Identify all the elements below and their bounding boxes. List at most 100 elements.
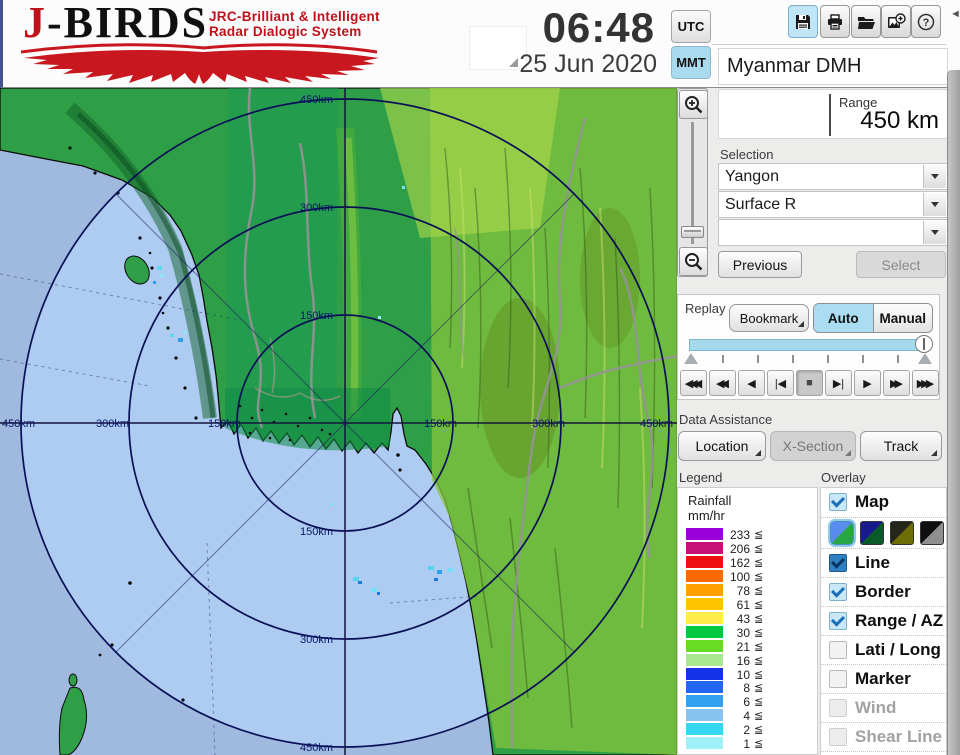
legend-color-swatch bbox=[686, 723, 723, 735]
overlay-item-map[interactable]: Map bbox=[821, 488, 946, 518]
xsection-button[interactable]: X-Section bbox=[770, 431, 856, 461]
play-reverse-button[interactable]: ◀ bbox=[738, 370, 765, 396]
snapshot-button[interactable] bbox=[881, 5, 911, 38]
rain-echo bbox=[371, 588, 377, 592]
legend-leq-sign: ≦ bbox=[754, 737, 763, 750]
legend-color-swatch bbox=[686, 528, 723, 540]
radar-map[interactable]: 450km300km150km150km300km450km450km300km… bbox=[0, 88, 677, 755]
zoom-out-button[interactable] bbox=[679, 247, 708, 276]
location-button[interactable]: Location bbox=[678, 431, 766, 461]
overlay-item-marker[interactable]: Marker bbox=[821, 665, 946, 694]
step-forward-button[interactable]: ▶| bbox=[825, 370, 852, 396]
range-divider bbox=[829, 94, 831, 136]
overlay-item-label: Map bbox=[855, 492, 889, 512]
site-combo-arrow[interactable] bbox=[923, 165, 946, 188]
product-combo-value: Surface R bbox=[725, 196, 796, 213]
manual-button[interactable]: Manual bbox=[873, 304, 933, 332]
overlay-item-shear-line[interactable]: Shear Line bbox=[821, 723, 946, 752]
track-button[interactable]: Track bbox=[860, 431, 942, 461]
legend-leq-sign: ≦ bbox=[754, 681, 763, 694]
selection-label: Selection bbox=[720, 147, 773, 162]
replay-range-end-marker[interactable] bbox=[918, 353, 932, 364]
legend-color-swatch bbox=[686, 612, 723, 624]
play-button[interactable]: ▶ bbox=[854, 370, 881, 396]
checkbox[interactable] bbox=[829, 670, 847, 688]
stop-button[interactable]: ■ bbox=[796, 370, 823, 396]
legend-color-swatch bbox=[686, 598, 723, 610]
overlay-item-range-az[interactable]: Range / AZ bbox=[821, 607, 946, 636]
bookmark-menu-corner bbox=[798, 321, 804, 327]
legend-value: 1 bbox=[722, 737, 750, 751]
print-button[interactable] bbox=[820, 5, 850, 38]
site-combo[interactable]: Yangon bbox=[718, 163, 948, 190]
panel-collapse-strip[interactable] bbox=[947, 70, 960, 755]
save-button[interactable] bbox=[788, 5, 818, 38]
replay-slider-track[interactable] bbox=[689, 339, 925, 351]
checkbox[interactable] bbox=[829, 728, 847, 746]
bookmark-button[interactable]: Bookmark bbox=[729, 304, 809, 332]
help-button[interactable]: ? bbox=[911, 5, 941, 38]
overlay-item-wind[interactable]: Wind bbox=[821, 694, 946, 723]
ring-label: 450km bbox=[300, 94, 333, 106]
ring-label: 450km bbox=[300, 742, 333, 754]
seek-start-button[interactable]: ◀◀◀ bbox=[680, 370, 707, 396]
style-blue-green-swatch[interactable] bbox=[830, 521, 854, 545]
zoom-slider-thumb[interactable] bbox=[681, 226, 704, 238]
select-button[interactable]: Select bbox=[856, 251, 946, 278]
slider-tick bbox=[862, 355, 864, 363]
checkbox[interactable] bbox=[829, 612, 847, 630]
legend-title-2: mm/hr bbox=[688, 508, 725, 523]
seek-end-button[interactable]: ▶▶▶ bbox=[912, 370, 939, 396]
legend-row: 162≦ bbox=[678, 556, 817, 569]
rain-echo bbox=[377, 592, 380, 595]
checkbox[interactable] bbox=[829, 641, 847, 659]
legend-value: 78 bbox=[722, 584, 750, 598]
option-combo[interactable] bbox=[718, 219, 948, 246]
overlay-item-line[interactable]: Line bbox=[821, 549, 946, 578]
fast-forward-button[interactable]: ▶▶ bbox=[883, 370, 910, 396]
rain-echo bbox=[178, 338, 183, 342]
legend-row: 4≦ bbox=[678, 709, 817, 722]
legend-leq-sign: ≦ bbox=[754, 723, 763, 736]
utc-button[interactable]: UTC bbox=[671, 10, 711, 43]
zoom-in-button[interactable] bbox=[679, 90, 708, 119]
panel-collapse-arrow[interactable]: ◄ bbox=[950, 8, 960, 20]
overlay-item-border[interactable]: Border bbox=[821, 578, 946, 607]
checkbox[interactable] bbox=[829, 699, 847, 717]
logo-subtitle: JRC-Brilliant & Intelligent Radar Dialog… bbox=[209, 9, 380, 39]
fast-rewind-button[interactable]: ◀◀ bbox=[709, 370, 736, 396]
checkbox[interactable] bbox=[829, 583, 847, 601]
legend-row: 21≦ bbox=[678, 640, 817, 653]
checkbox[interactable] bbox=[829, 493, 847, 511]
option-combo-arrow[interactable] bbox=[923, 221, 946, 244]
previous-button[interactable]: Previous bbox=[718, 251, 802, 278]
replay-slider-thumb[interactable] bbox=[915, 335, 933, 353]
product-combo-arrow[interactable] bbox=[923, 193, 946, 216]
product-combo[interactable]: Surface R bbox=[718, 191, 948, 218]
legend-color-swatch bbox=[686, 542, 723, 554]
legend-value: 4 bbox=[722, 709, 750, 723]
style-dark-olive-swatch[interactable] bbox=[890, 521, 914, 545]
style-navy-green-swatch[interactable] bbox=[860, 521, 884, 545]
legend-row: 10≦ bbox=[678, 668, 817, 681]
checkbox[interactable] bbox=[829, 554, 847, 572]
legend-row: 61≦ bbox=[678, 598, 817, 611]
overlay-item-label: Line bbox=[855, 553, 890, 573]
open-folder-button[interactable] bbox=[851, 5, 881, 38]
step-back-button[interactable]: |◀ bbox=[767, 370, 794, 396]
legend-row: 6≦ bbox=[678, 695, 817, 708]
legend-color-swatch bbox=[686, 654, 723, 666]
auto-button[interactable]: Auto bbox=[814, 304, 873, 332]
replay-range-start-marker[interactable] bbox=[684, 353, 698, 364]
ring-label: 450km bbox=[2, 418, 35, 430]
help-icon: ? bbox=[916, 12, 936, 32]
overlay-item-label: Range / AZ bbox=[855, 611, 943, 631]
style-black-gray-swatch[interactable] bbox=[920, 521, 944, 545]
legend-value: 21 bbox=[722, 640, 750, 654]
svg-text:?: ? bbox=[923, 17, 930, 29]
zoom-out-icon bbox=[684, 252, 704, 272]
print-icon bbox=[825, 12, 845, 32]
legend-row: 1≦ bbox=[678, 737, 817, 750]
overlay-item-lati-long[interactable]: Lati / Long bbox=[821, 636, 946, 665]
mmt-button[interactable]: MMT bbox=[671, 46, 711, 79]
